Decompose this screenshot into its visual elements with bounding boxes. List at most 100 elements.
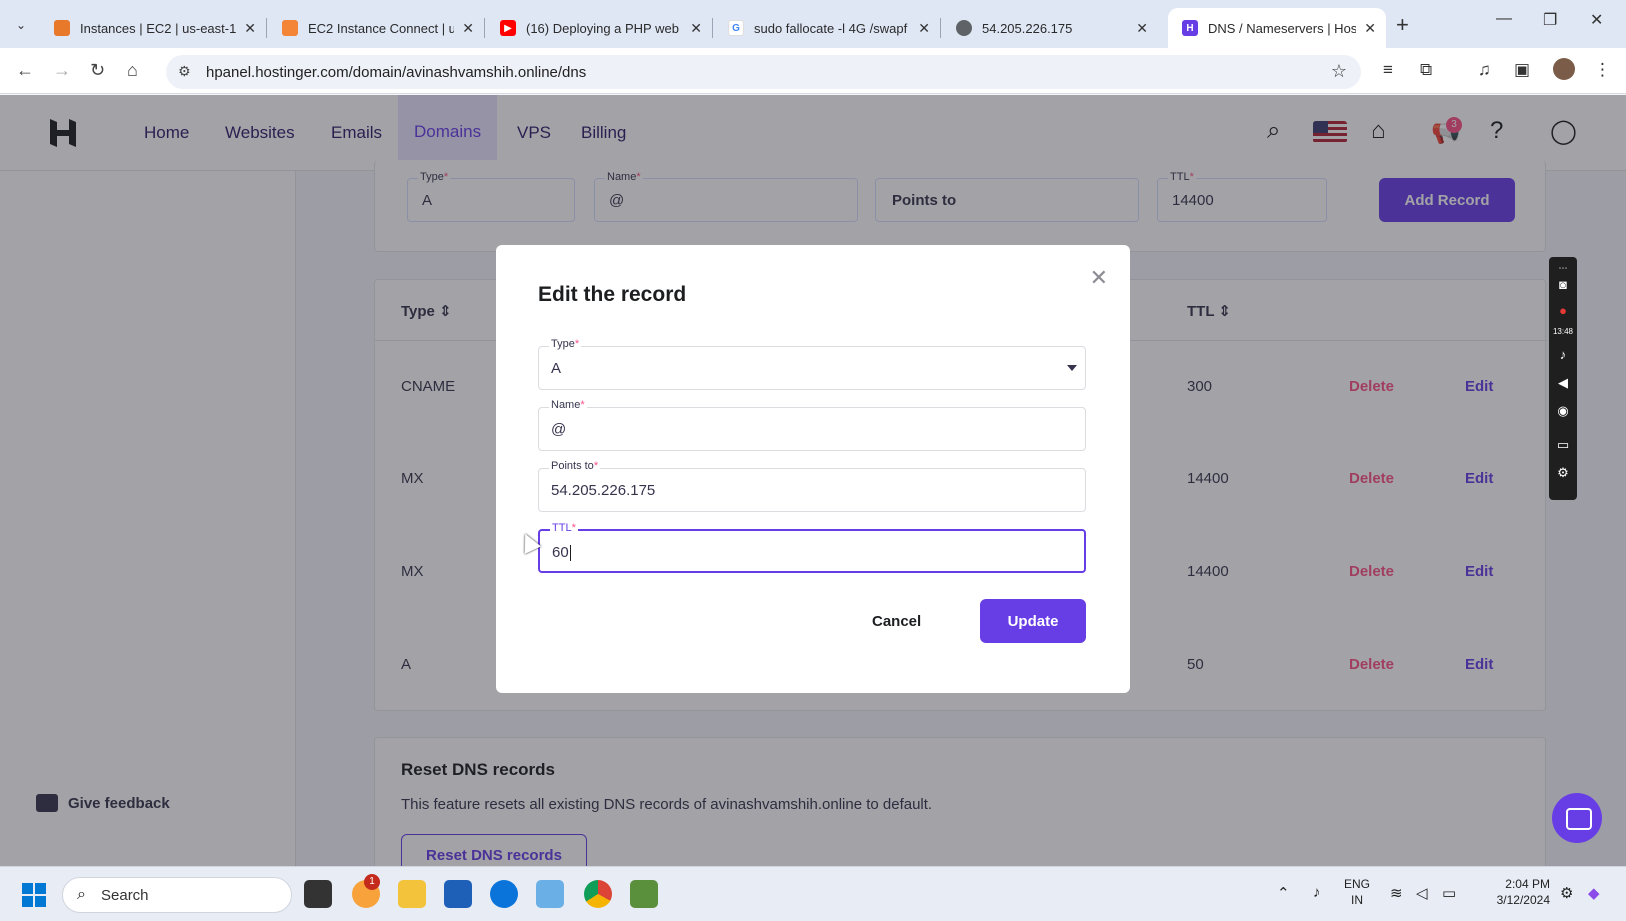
us-flag-icon[interactable] bbox=[1313, 121, 1347, 143]
new-tab-plus-icon[interactable]: + bbox=[1396, 12, 1409, 38]
close-tab-icon[interactable]: ✕ bbox=[462, 20, 474, 37]
webcam-icon[interactable]: ◉ bbox=[1555, 403, 1571, 419]
close-tab-icon[interactable]: ✕ bbox=[690, 20, 702, 37]
back-arrow-icon[interactable]: ← bbox=[16, 60, 34, 81]
close-tab-icon[interactable]: ✕ bbox=[244, 20, 256, 37]
live-chat-icon[interactable] bbox=[1552, 793, 1602, 843]
tab-title: DNS / Nameservers | Host bbox=[1208, 20, 1357, 36]
volume-icon[interactable]: ◁ bbox=[1416, 884, 1428, 902]
name-value: @ bbox=[551, 421, 567, 438]
close-icon[interactable]: ✕ bbox=[1090, 265, 1108, 291]
close-tab-icon[interactable]: ✕ bbox=[1136, 20, 1148, 37]
search-icon[interactable]: ⌕ bbox=[1267, 117, 1280, 145]
system-clock[interactable]: 2:04 PM 3/12/2024 bbox=[1476, 876, 1550, 908]
tab-youtube[interactable]: ▶ (16) Deploying a PHP web ✕ bbox=[486, 8, 712, 48]
account-icon[interactable]: ◯ bbox=[1550, 117, 1577, 146]
tab-separator bbox=[484, 18, 485, 38]
wifi-icon[interactable]: ≋ bbox=[1390, 884, 1403, 902]
record-icon[interactable]: ● bbox=[1555, 303, 1571, 319]
media-control-icon[interactable]: ♫ bbox=[1478, 60, 1491, 80]
extensions-puzzle-icon[interactable]: ⧉ bbox=[1420, 60, 1432, 80]
reload-icon[interactable]: ↻ bbox=[90, 60, 105, 81]
address-bar[interactable]: ⚙ hpanel.hostinger.com/domain/avinashvam… bbox=[166, 55, 1361, 89]
battery-icon[interactable]: ▭ bbox=[1442, 884, 1456, 902]
microphone-icon[interactable]: ♪ bbox=[1313, 884, 1321, 901]
search-icon: ⌕ bbox=[77, 886, 86, 903]
url-text[interactable]: hpanel.hostinger.com/domain/avinashvamsh… bbox=[206, 64, 586, 81]
tab-title: sudo fallocate -l 4G /swapf bbox=[754, 20, 908, 36]
language-code: ENG bbox=[1344, 877, 1371, 891]
aws-ec2-icon bbox=[282, 20, 298, 36]
update-button[interactable]: Update bbox=[980, 599, 1086, 643]
clock-time: 2:04 PM bbox=[1505, 877, 1550, 891]
speaker-icon[interactable]: ◀ bbox=[1555, 375, 1571, 391]
nav-emails[interactable]: Emails bbox=[331, 95, 382, 171]
input-language-indicator[interactable]: ENG IN bbox=[1344, 876, 1370, 908]
aws-console-icon bbox=[54, 20, 70, 36]
tab-title: Instances | EC2 | us-east-1 bbox=[80, 20, 237, 36]
notifications-bell-icon[interactable]: ⚙ bbox=[1560, 884, 1573, 902]
camera-icon[interactable]: ◙ bbox=[1555, 277, 1571, 293]
tab-search-chevron-icon[interactable]: ⌄ bbox=[8, 12, 34, 38]
window-close-icon[interactable]: ✕ bbox=[1590, 10, 1603, 30]
tab-hostinger-dns[interactable]: H DNS / Nameservers | Host ✕ bbox=[1168, 8, 1386, 48]
ttl-label: TTL bbox=[552, 522, 572, 534]
copilot-icon[interactable]: ◆ bbox=[1588, 884, 1600, 902]
points-to-field[interactable]: Points to* 54.205.226.175 bbox=[538, 460, 1086, 512]
chevron-down-icon bbox=[1067, 365, 1077, 371]
cancel-button[interactable]: Cancel bbox=[872, 613, 921, 630]
microsoft-store-icon[interactable] bbox=[444, 880, 472, 908]
file-explorer-icon[interactable] bbox=[398, 880, 426, 908]
tab-google-search[interactable]: G sudo fallocate -l 4G /swapf ✕ bbox=[714, 8, 940, 48]
side-panel-icon[interactable]: ▣ bbox=[1514, 60, 1530, 80]
minimize-icon[interactable]: — bbox=[1496, 10, 1512, 28]
store-notification-badge: 1 bbox=[364, 874, 380, 890]
paint-app-icon[interactable] bbox=[630, 880, 658, 908]
window-capture-icon[interactable]: ▭ bbox=[1555, 437, 1571, 453]
tab-separator bbox=[940, 18, 941, 38]
home-icon[interactable]: ⌂ bbox=[127, 60, 138, 81]
browser-menu-icon[interactable]: ⋮ bbox=[1594, 60, 1611, 80]
nav-websites[interactable]: Websites bbox=[225, 95, 295, 171]
chrome-app-icon[interactable] bbox=[584, 880, 612, 908]
edit-record-dialog: Edit the record ✕ Type* A Name* @ Points… bbox=[496, 245, 1130, 693]
screen-recorder-toolbar: ⋯ ◙ ● 13:48 ♪ ◀ ◉ ▭ ⚙ bbox=[1549, 257, 1577, 500]
points-to-label: Points to bbox=[551, 460, 594, 472]
taskbar-search-label: Search bbox=[101, 887, 149, 904]
tab-separator bbox=[712, 18, 713, 38]
reading-list-icon[interactable]: ≡ bbox=[1383, 60, 1393, 80]
show-hidden-icons-chevron-icon[interactable]: ⌃ bbox=[1277, 884, 1290, 902]
taskbar-search-box[interactable]: ⌕ Search bbox=[62, 877, 292, 913]
profile-avatar[interactable] bbox=[1553, 58, 1575, 80]
tab-separator bbox=[266, 18, 267, 38]
store-icon[interactable]: ⌂ bbox=[1371, 117, 1386, 145]
tab-ip-address[interactable]: 54.205.226.175 ✕ bbox=[942, 8, 1158, 48]
tab-ec2-connect[interactable]: EC2 Instance Connect | us- ✕ bbox=[268, 8, 484, 48]
close-tab-icon[interactable]: ✕ bbox=[1364, 20, 1376, 37]
bookmark-star-icon[interactable]: ☆ bbox=[1331, 61, 1347, 82]
restore-icon[interactable]: ❐ bbox=[1543, 10, 1557, 30]
hostinger-logo-icon[interactable] bbox=[48, 117, 78, 149]
settings-gear-icon[interactable]: ⚙ bbox=[1555, 465, 1571, 481]
points-to-value: 54.205.226.175 bbox=[551, 482, 656, 499]
file-manager-app-icon[interactable] bbox=[304, 880, 332, 908]
recorder-menu-icon[interactable]: ⋯ bbox=[1555, 260, 1571, 276]
teams-icon[interactable] bbox=[490, 880, 518, 908]
site-info-icon[interactable]: ⚙ bbox=[178, 63, 191, 80]
name-label: Name bbox=[551, 399, 581, 411]
nav-home[interactable]: Home bbox=[144, 95, 189, 171]
remote-desktop-icon[interactable] bbox=[536, 880, 564, 908]
google-icon: G bbox=[728, 20, 744, 36]
help-icon[interactable]: ? bbox=[1490, 117, 1503, 145]
hostinger-icon: H bbox=[1182, 20, 1198, 36]
type-select[interactable]: Type* A bbox=[538, 338, 1086, 390]
windows-start-icon[interactable] bbox=[22, 883, 46, 907]
close-tab-icon[interactable]: ✕ bbox=[918, 20, 930, 37]
forward-arrow-icon[interactable]: → bbox=[53, 60, 71, 81]
tab-title: 54.205.226.175 bbox=[982, 20, 1073, 36]
name-field[interactable]: Name* @ bbox=[538, 399, 1086, 451]
microphone-icon[interactable]: ♪ bbox=[1555, 347, 1571, 363]
ttl-field[interactable]: TTL* 60 bbox=[538, 522, 1086, 573]
ttl-value: 60 bbox=[552, 544, 569, 561]
tab-ec2-instances[interactable]: Instances | EC2 | us-east-1 ✕ bbox=[40, 8, 266, 48]
